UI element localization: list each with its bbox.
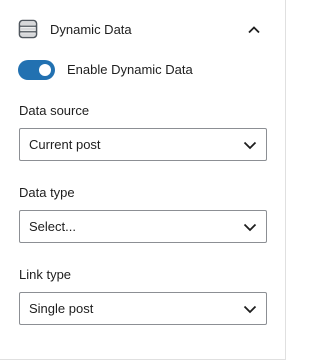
enable-dynamic-data-toggle[interactable]: [18, 60, 55, 80]
data-type-select[interactable]: Select...: [19, 210, 267, 243]
chevron-down-icon: [243, 305, 257, 314]
panel-header[interactable]: Dynamic Data: [0, 0, 285, 58]
panel-title: Dynamic Data: [50, 22, 132, 37]
chevron-down-icon: [243, 223, 257, 232]
link-type-select[interactable]: Single post: [19, 292, 267, 325]
database-icon: [18, 19, 38, 39]
toggle-knob: [39, 64, 51, 76]
chevron-down-icon: [243, 141, 257, 150]
enable-dynamic-data-label: Enable Dynamic Data: [67, 62, 193, 77]
link-type-label: Link type: [19, 267, 72, 282]
data-source-select[interactable]: Current post: [19, 128, 267, 161]
link-type-value: Single post: [29, 301, 94, 316]
data-source-value: Current post: [29, 137, 101, 152]
dynamic-data-panel: Dynamic Data Enable Dynamic Data Data so…: [0, 0, 286, 360]
chevron-up-icon[interactable]: [245, 21, 263, 39]
data-type-label: Data type: [19, 185, 75, 200]
data-source-label: Data source: [19, 103, 90, 118]
data-type-value: Select...: [29, 219, 76, 234]
enable-dynamic-data-row: Enable Dynamic Data: [18, 59, 193, 81]
